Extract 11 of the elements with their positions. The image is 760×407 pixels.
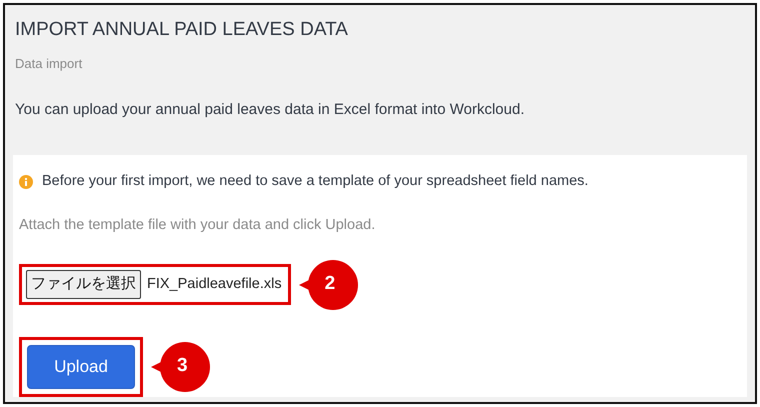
page-title: IMPORT ANNUAL PAID LEAVES DATA	[15, 19, 349, 42]
description-text: You can upload your annual paid leaves data in Excel format into Workcloud.	[15, 100, 526, 120]
info-icon	[19, 174, 33, 189]
instruction-text: Attach the template file with your data and click Upload.	[19, 216, 376, 235]
notice-text: Before your first import, we need to save a template of your spreadsheet field names.	[42, 172, 588, 191]
step-callout: 3	[151, 340, 211, 392]
page-subtitle: Data import	[15, 54, 84, 73]
file-name: FIX_Paidleavefile.xls	[147, 274, 282, 294]
choose-file-button[interactable]: ファイルを選択	[26, 270, 141, 299]
step-callout: 2	[298, 258, 359, 310]
upload-button[interactable]: Upload	[27, 344, 135, 388]
